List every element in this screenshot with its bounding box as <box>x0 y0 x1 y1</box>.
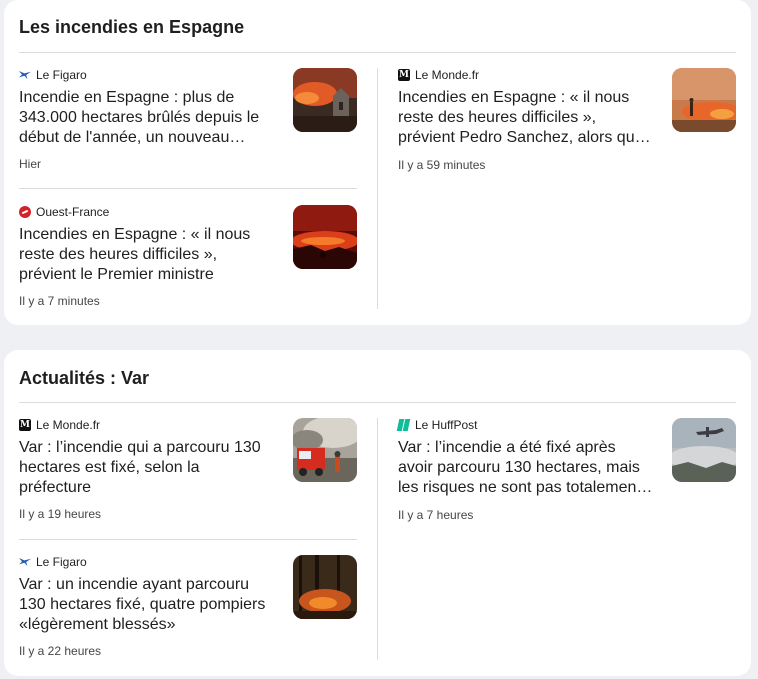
source-name: Le Monde.fr <box>36 418 101 432</box>
story-source: Le Monde.fr <box>398 68 479 82</box>
story-source: Le Monde.fr <box>19 418 100 432</box>
story-card[interactable]: Ouest-France Incendies en Espagne : « il… <box>19 205 357 325</box>
story-card[interactable]: Le Figaro Var : un incendie ayant parcou… <box>19 555 357 675</box>
story-card[interactable]: Le Figaro Incendie en Espagne : plus de … <box>19 68 357 188</box>
story-time: Il y a 19 heures <box>19 507 102 521</box>
story-source: Le Figaro <box>19 68 87 82</box>
story-headline[interactable]: Var : un incendie ayant parcouru 130 hec… <box>19 575 275 635</box>
section-title[interactable]: Les incendies en Espagne <box>19 17 244 38</box>
story-source: Le Figaro <box>19 555 87 569</box>
story-thumbnail[interactable] <box>293 68 357 132</box>
column-divider <box>377 68 378 309</box>
story-thumbnail[interactable] <box>672 68 736 132</box>
figaro-logo-icon <box>19 69 31 81</box>
story-time: Il y a 22 heures <box>19 644 102 658</box>
column-divider <box>377 418 378 660</box>
story-headline[interactable]: Var : l’incendie qui a parcouru 130 hect… <box>19 438 275 498</box>
divider <box>19 52 736 53</box>
figaro-logo-icon <box>19 556 31 568</box>
source-name: Le HuffPost <box>415 418 478 432</box>
story-time: Il y a 7 heures <box>398 508 474 522</box>
story-headline[interactable]: Incendies en Espagne : « il nous reste d… <box>19 225 275 285</box>
huffpost-logo-icon <box>398 419 410 431</box>
source-name: Le Figaro <box>36 555 87 569</box>
section-title[interactable]: Actualités : Var <box>19 368 149 389</box>
source-name: Le Monde.fr <box>415 68 480 82</box>
news-card-var: Actualités : Var Le Monde.fr Var : l’inc… <box>4 350 751 676</box>
ouest-france-logo-icon <box>19 206 31 218</box>
story-thumbnail[interactable] <box>293 555 357 619</box>
story-card[interactable]: Le Monde.fr Incendies en Espagne : « il … <box>398 68 736 188</box>
story-headline[interactable]: Var : l’incendie a été fixé après avoir … <box>398 438 654 498</box>
story-time: Il y a 59 minutes <box>398 158 486 172</box>
story-headline[interactable]: Incendie en Espagne : plus de 343.000 he… <box>19 88 275 148</box>
divider <box>19 539 357 540</box>
story-time: Il y a 7 minutes <box>19 294 100 308</box>
le-monde-logo-icon <box>398 69 410 81</box>
story-time: Hier <box>19 157 42 171</box>
divider <box>19 188 357 189</box>
news-card-espagne: Les incendies en Espagne Le Figaro Incen… <box>4 0 751 325</box>
story-source: Ouest-France <box>19 205 109 219</box>
le-monde-logo-icon <box>19 419 31 431</box>
story-card[interactable]: Le Monde.fr Var : l’incendie qui a parco… <box>19 418 357 538</box>
story-source: Le HuffPost <box>398 418 477 432</box>
story-thumbnail[interactable] <box>293 418 357 482</box>
story-card[interactable]: Le HuffPost Var : l’incendie a été fixé … <box>398 418 736 538</box>
story-thumbnail[interactable] <box>672 418 736 482</box>
divider <box>19 402 736 403</box>
source-name: Le Figaro <box>36 68 87 82</box>
story-headline[interactable]: Incendies en Espagne : « il nous reste d… <box>398 88 654 148</box>
source-name: Ouest-France <box>36 205 110 219</box>
story-thumbnail[interactable] <box>293 205 357 269</box>
